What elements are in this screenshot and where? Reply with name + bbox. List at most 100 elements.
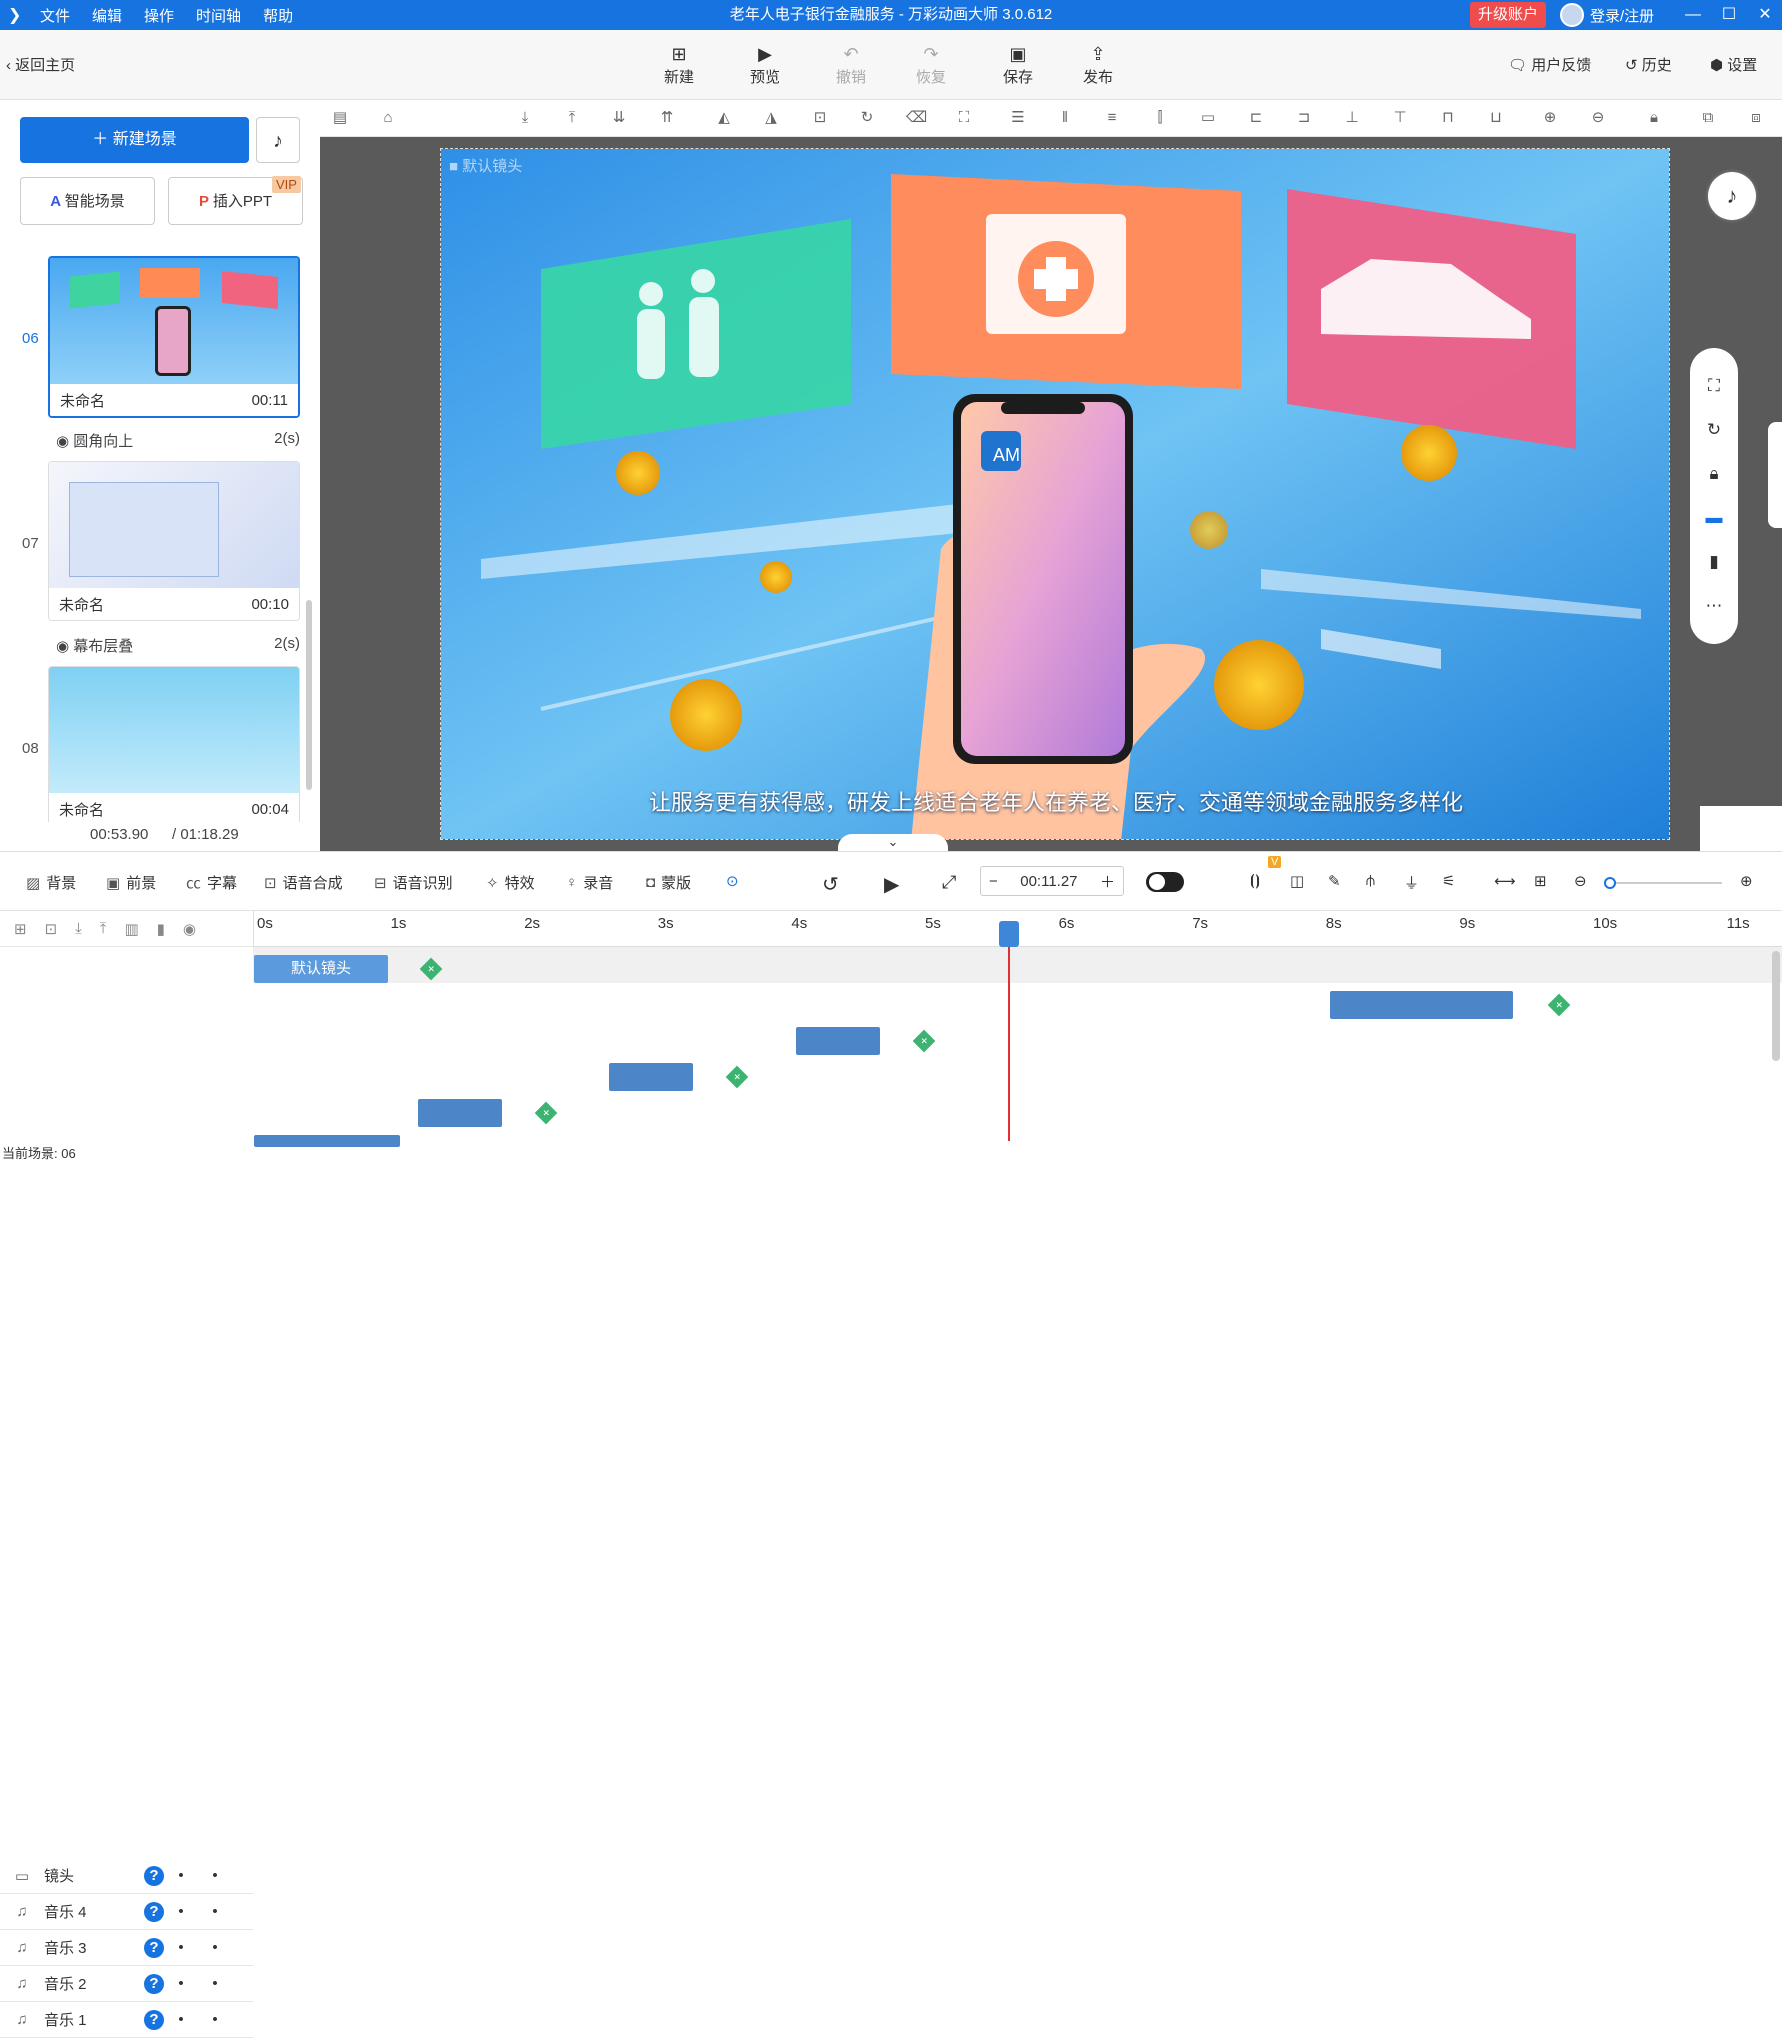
edit-tool-icon[interactable]: ◮: [761, 108, 781, 128]
help-icon[interactable]: ?: [144, 1937, 164, 1958]
minus-icon[interactable]: −: [989, 873, 998, 890]
scene-card-07[interactable]: 未命名 00:10: [48, 461, 300, 621]
layers-icon[interactable]: ▤: [330, 108, 350, 128]
eye-icon[interactable]: ◉: [183, 920, 196, 938]
play-icon[interactable]: ▶: [884, 872, 899, 897]
audio-clip[interactable]: [609, 1063, 693, 1091]
loop-toggle[interactable]: [1146, 872, 1184, 892]
dot-icon[interactable]: •: [198, 1939, 232, 1956]
time-stepper[interactable]: − 00:11.27 ＋: [980, 866, 1124, 896]
edit-tool-icon[interactable]: ⤒: [562, 108, 582, 128]
edit-tool-icon[interactable]: ⤓: [515, 108, 535, 128]
minimize-icon[interactable]: —: [1676, 0, 1710, 30]
edit-tool-icon[interactable]: ☰: [1008, 108, 1028, 128]
edit-tool-icon[interactable]: ⧈: [1746, 108, 1766, 128]
dot-icon[interactable]: •: [198, 1975, 232, 1992]
close-icon[interactable]: ✕: [1748, 0, 1782, 30]
music-float-icon[interactable]: ♪: [1708, 172, 1756, 220]
menu-operate[interactable]: 操作: [144, 5, 174, 26]
edit-tool-icon[interactable]: ⇈: [657, 108, 677, 128]
tts-button[interactable]: ⊡ 语音合成: [264, 872, 343, 893]
track-header[interactable]: ♫ 音乐 3? • •: [0, 1930, 253, 1966]
settings-button[interactable]: ⬢ 设置: [1710, 54, 1757, 75]
rotate-icon[interactable]: ↻: [1690, 408, 1738, 452]
time-value[interactable]: 00:11.27: [1020, 873, 1077, 890]
new-button[interactable]: ⊞ 新建: [648, 42, 710, 87]
panel-toggle-icon[interactable]: [1768, 422, 1782, 528]
undo-button[interactable]: ↶ 撤销: [820, 42, 882, 87]
dot-icon[interactable]: •: [198, 1867, 232, 1884]
timeline-scrollbar[interactable]: [1772, 951, 1780, 1061]
landscape-icon[interactable]: ▬: [1690, 496, 1738, 540]
maximize-icon[interactable]: ☐: [1712, 0, 1746, 30]
edit-tool-icon[interactable]: 🔒︎: [1644, 108, 1664, 128]
adjust-icon[interactable]: ⚟: [1442, 872, 1455, 890]
edit-tool-icon[interactable]: ⊓: [1438, 108, 1458, 128]
track-header[interactable]: ♫ 音乐 2? • •: [0, 1966, 253, 2002]
track-header[interactable]: ♫ 音乐 1? • •: [0, 2002, 253, 2038]
fit-screen-icon[interactable]: ⛶: [1690, 364, 1738, 408]
lock-icon[interactable]: ▮: [157, 920, 165, 938]
scene-card-08[interactable]: 未命名 00:04: [48, 666, 300, 826]
edit-tool-icon[interactable]: ⧉: [1698, 108, 1718, 128]
collapse-chevron-icon[interactable]: ⌄: [838, 834, 948, 852]
dot-icon[interactable]: •: [198, 2011, 232, 2028]
keyframe-add-icon[interactable]: +: [1547, 993, 1571, 1017]
smart-scene-button[interactable]: A 智能场景: [20, 177, 155, 225]
track-header[interactable]: ♫ 音乐 4? • •: [0, 1894, 253, 1930]
dot-icon[interactable]: •: [164, 1903, 198, 1920]
edit-tool-icon[interactable]: ◭: [714, 108, 734, 128]
upgrade-account-button[interactable]: 升级账户: [1470, 2, 1547, 28]
stage[interactable]: ■ 默认镜头 AM 让服务更有获得感，研发上线适合老年人在养老、医疗、交通等领域…: [440, 148, 1670, 840]
dot-icon[interactable]: •: [164, 1939, 198, 1956]
edit-tool-icon[interactable]: ‖: [1055, 108, 1075, 128]
help-icon[interactable]: ?: [144, 1973, 164, 1994]
music-button[interactable]: ♪: [256, 117, 300, 163]
dot-icon[interactable]: •: [164, 1975, 198, 1992]
add-track-icon[interactable]: ⊡: [45, 920, 58, 938]
edit-tool-icon[interactable]: ⊕: [1540, 108, 1560, 128]
foreground-button[interactable]: ▣ 前景: [106, 872, 156, 893]
audio-clip[interactable]: [418, 1099, 502, 1127]
ratio-icon[interactable]: ⊞: [1534, 872, 1547, 890]
camera-snap-icon[interactable]: ◫: [1290, 872, 1304, 890]
help-icon[interactable]: ?: [144, 1901, 164, 1922]
edit-tool-icon[interactable]: ⊥: [1342, 108, 1362, 128]
move-up-icon[interactable]: ⤒: [100, 920, 107, 937]
history-button[interactable]: ↺ 历史: [1625, 54, 1672, 75]
back-home-link[interactable]: ‹ 返回主页: [6, 54, 75, 75]
subtitle-button[interactable]: ㏄字幕: [186, 872, 237, 893]
sidebar-scrollbar[interactable]: [306, 600, 312, 790]
keyframe-add-icon[interactable]: +: [534, 1101, 558, 1125]
portrait-icon[interactable]: ▮: [1690, 540, 1738, 584]
home-icon[interactable]: ⌂: [378, 108, 398, 128]
edit-tool-icon[interactable]: ⊐: [1294, 108, 1314, 128]
more-icon[interactable]: ⋯: [1690, 584, 1738, 628]
asr-button[interactable]: ⊟ 语音识别: [374, 872, 453, 893]
camera-clip[interactable]: 默认镜头: [254, 955, 388, 983]
save-button[interactable]: ▣ 保存: [987, 42, 1049, 87]
dot-icon[interactable]: •: [164, 1867, 198, 1884]
edit-tool-icon[interactable]: ≡: [1102, 108, 1122, 128]
login-button[interactable]: 登录/注册: [1560, 0, 1654, 30]
preview-button[interactable]: ▶ 预览: [734, 42, 796, 87]
edit-tool-icon[interactable]: ⇊: [609, 108, 629, 128]
edit-tool-icon[interactable]: ⛶: [954, 108, 974, 128]
edit-tool-icon[interactable]: ⊏: [1246, 108, 1266, 128]
edit-tool-icon[interactable]: ⫿: [1150, 108, 1170, 128]
playhead-handle[interactable]: [999, 921, 1020, 947]
filter-icon[interactable]: ⏚: [1404, 872, 1419, 893]
feedback-button[interactable]: 🗨 用户反馈: [1508, 54, 1591, 75]
keyframe-add-icon[interactable]: +: [725, 1065, 749, 1089]
add-folder-icon[interactable]: ⊞: [14, 920, 27, 938]
scene-card-06[interactable]: 未命名 00:11: [48, 256, 300, 418]
edit-tool-icon[interactable]: ⊤: [1390, 108, 1410, 128]
effects-button[interactable]: ✧ 特效: [486, 872, 535, 893]
keyframe-add-icon[interactable]: +: [912, 1029, 936, 1053]
plus-icon[interactable]: ＋: [1100, 871, 1115, 892]
edit-tool-icon[interactable]: ⊡: [810, 108, 830, 128]
audio-clip[interactable]: [254, 1135, 400, 1147]
transition-row[interactable]: ◉ 圆角向上 2(s): [56, 430, 300, 451]
lock-icon[interactable]: 🔒︎: [1690, 452, 1738, 496]
fullscreen-icon[interactable]: ⤢: [942, 872, 956, 893]
